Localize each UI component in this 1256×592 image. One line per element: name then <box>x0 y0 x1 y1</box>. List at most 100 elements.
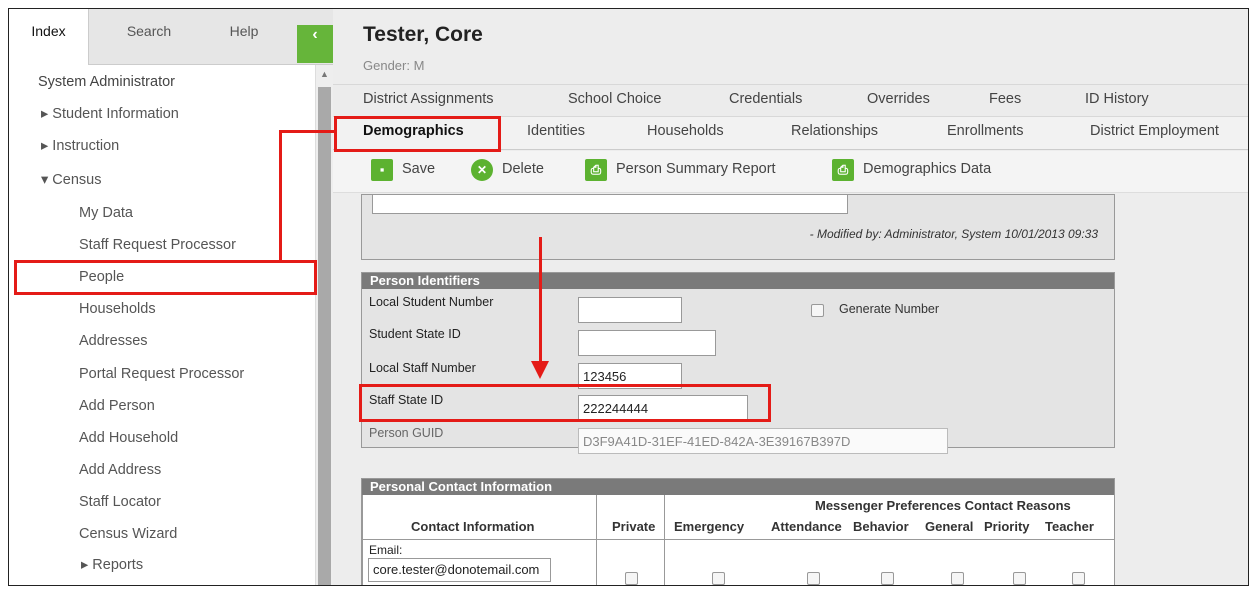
print-icon: ⎙ <box>585 159 607 181</box>
nav-item-reports[interactable]: ▸ Reports <box>81 557 143 573</box>
comment-textarea[interactable] <box>372 195 848 214</box>
personal-contact-title: Personal Contact Information <box>362 479 1114 495</box>
delete-icon: ✕ <box>471 159 493 181</box>
tab-enrollments[interactable]: Enrollments <box>947 123 1024 139</box>
nav-tabs: Index Search Help ‹ <box>9 9 333 65</box>
behavior-checkbox[interactable] <box>881 572 894 585</box>
tab-search-label: Search <box>126 23 172 39</box>
email-label: Email: <box>369 543 403 557</box>
demographics-data-button[interactable]: ⎙ Demographics Data <box>832 159 1032 183</box>
tab-credentials[interactable]: Credentials <box>729 91 802 107</box>
person-summary-report-button[interactable]: ⎙ Person Summary Report <box>585 159 815 183</box>
tab-district-assignments[interactable]: District Assignments <box>363 91 494 107</box>
nav-item-student-information[interactable]: ▸ Student Information <box>41 106 179 122</box>
scroll-up-icon[interactable]: ▲ <box>320 69 329 79</box>
collapse-nav-button[interactable]: ‹ <box>297 25 333 63</box>
reason-emergency-header: Emergency <box>674 519 745 534</box>
nav-item-staff-locator[interactable]: Staff Locator <box>79 494 161 510</box>
left-navigation: Index Search Help ‹ System Administrator… <box>9 9 333 585</box>
generate-number-checkbox[interactable] <box>811 304 824 317</box>
local-student-number-label: Local Student Number <box>369 295 494 309</box>
staff-state-id-highlight-box <box>359 384 771 422</box>
emergency-checkbox[interactable] <box>712 572 725 585</box>
people-highlight-box <box>14 260 317 295</box>
tab-overrides[interactable]: Overrides <box>867 91 930 107</box>
local-student-number-input[interactable] <box>578 297 682 323</box>
contact-information-header: Contact Information <box>411 519 535 534</box>
person-identifiers-title: Person Identifiers <box>362 273 1114 289</box>
attendance-checkbox[interactable] <box>807 572 820 585</box>
demographics-highlight-box <box>334 116 501 152</box>
tab-index-label: Index <box>31 23 66 39</box>
demographics-data-label: Demographics Data <box>863 161 992 177</box>
annotation-connector-line <box>279 130 282 261</box>
contact-table: Messenger Preferences Contact Reasons Co… <box>362 495 1114 585</box>
generate-number-label: Generate Number <box>839 302 940 316</box>
nav-item-staff-request-processor[interactable]: Staff Request Processor <box>79 237 236 253</box>
comment-section: - Modified by: Administrator, System 10/… <box>361 194 1115 260</box>
person-summary-label: Person Summary Report <box>616 161 776 177</box>
annotation-arrow-line <box>539 237 542 361</box>
nav-item-portal-request-processor[interactable]: Portal Request Processor <box>79 366 244 382</box>
reason-behavior-header: Behavior <box>853 519 909 534</box>
person-gender: Gender: M <box>363 58 425 73</box>
nav-item-my-data[interactable]: My Data <box>79 205 133 221</box>
local-staff-number-label: Local Staff Number <box>369 361 476 375</box>
tab-households[interactable]: Households <box>647 123 724 139</box>
person-guid-input: D3F9A41D-31EF-41ED-842A-3E39167B397D <box>578 428 948 454</box>
tabs-row-1: District Assignments School Choice Crede… <box>333 84 1248 116</box>
tab-fees[interactable]: Fees <box>989 91 1021 107</box>
email-input[interactable]: core.tester@donotemail.com <box>368 558 551 582</box>
table-divider <box>664 495 665 585</box>
tab-search[interactable]: Search <box>109 9 189 65</box>
reason-priority-header: Priority <box>984 519 1030 534</box>
tab-help[interactable]: Help <box>204 9 284 65</box>
nav-item-add-address[interactable]: Add Address <box>79 462 161 478</box>
nav-item-households[interactable]: Households <box>79 301 156 317</box>
nav-item-census-wizard[interactable]: Census Wizard <box>79 526 177 542</box>
table-border <box>362 495 363 585</box>
scroll-thumb[interactable] <box>318 87 331 585</box>
delete-label: Delete <box>502 161 544 177</box>
teacher-checkbox[interactable] <box>1072 572 1085 585</box>
personal-contact-panel: Personal Contact Information Messenger P… <box>361 478 1115 585</box>
priority-checkbox[interactable] <box>1013 572 1026 585</box>
private-checkbox[interactable] <box>625 572 638 585</box>
save-icon: ▪ <box>371 159 393 181</box>
annotation-connector-line <box>279 130 334 133</box>
app-window: Index Search Help ‹ System Administrator… <box>8 8 1249 586</box>
modified-by-text: - Modified by: Administrator, System 10/… <box>809 227 1098 241</box>
student-state-id-label: Student State ID <box>369 327 461 341</box>
tab-identities[interactable]: Identities <box>527 123 585 139</box>
delete-button[interactable]: ✕ Delete <box>471 159 561 183</box>
save-label: Save <box>402 161 436 177</box>
nav-item-add-household[interactable]: Add Household <box>79 430 178 446</box>
tab-relationships[interactable]: Relationships <box>791 123 878 139</box>
tab-school-choice[interactable]: School Choice <box>568 91 662 107</box>
nav-item-system-administrator[interactable]: System Administrator <box>38 74 175 90</box>
save-button[interactable]: ▪ Save <box>371 159 441 183</box>
print-icon: ⎙ <box>832 159 854 181</box>
nav-scrollbar[interactable]: ▲ <box>315 65 333 585</box>
arrow-down-icon <box>531 361 549 379</box>
messenger-preferences-header: Messenger Preferences Contact Reasons <box>815 498 1071 513</box>
nav-item-census[interactable]: ▾ Census <box>41 172 101 188</box>
chevron-left-icon: ‹ <box>312 26 318 43</box>
tab-help-label: Help <box>229 23 259 39</box>
main-panel: Tester, Core Gender: M District Assignme… <box>333 9 1248 585</box>
nav-item-addresses[interactable]: Addresses <box>79 333 148 349</box>
nav-item-instruction[interactable]: ▸ Instruction <box>41 138 119 154</box>
person-guid-label: Person GUID <box>369 426 444 440</box>
general-checkbox[interactable] <box>951 572 964 585</box>
nav-item-add-person[interactable]: Add Person <box>79 398 155 414</box>
table-divider <box>362 539 1114 540</box>
student-state-id-input[interactable] <box>578 330 716 356</box>
tab-index[interactable]: Index <box>9 9 89 65</box>
tab-district-employment[interactable]: District Employment <box>1090 123 1219 139</box>
table-divider <box>596 495 597 585</box>
reason-teacher-header: Teacher <box>1045 519 1094 534</box>
reason-general-header: General <box>925 519 974 534</box>
private-header: Private <box>612 519 656 534</box>
action-toolbar: ▪ Save ✕ Delete ⎙ Person Summary Report … <box>333 151 1248 193</box>
tab-id-history[interactable]: ID History <box>1085 91 1149 107</box>
